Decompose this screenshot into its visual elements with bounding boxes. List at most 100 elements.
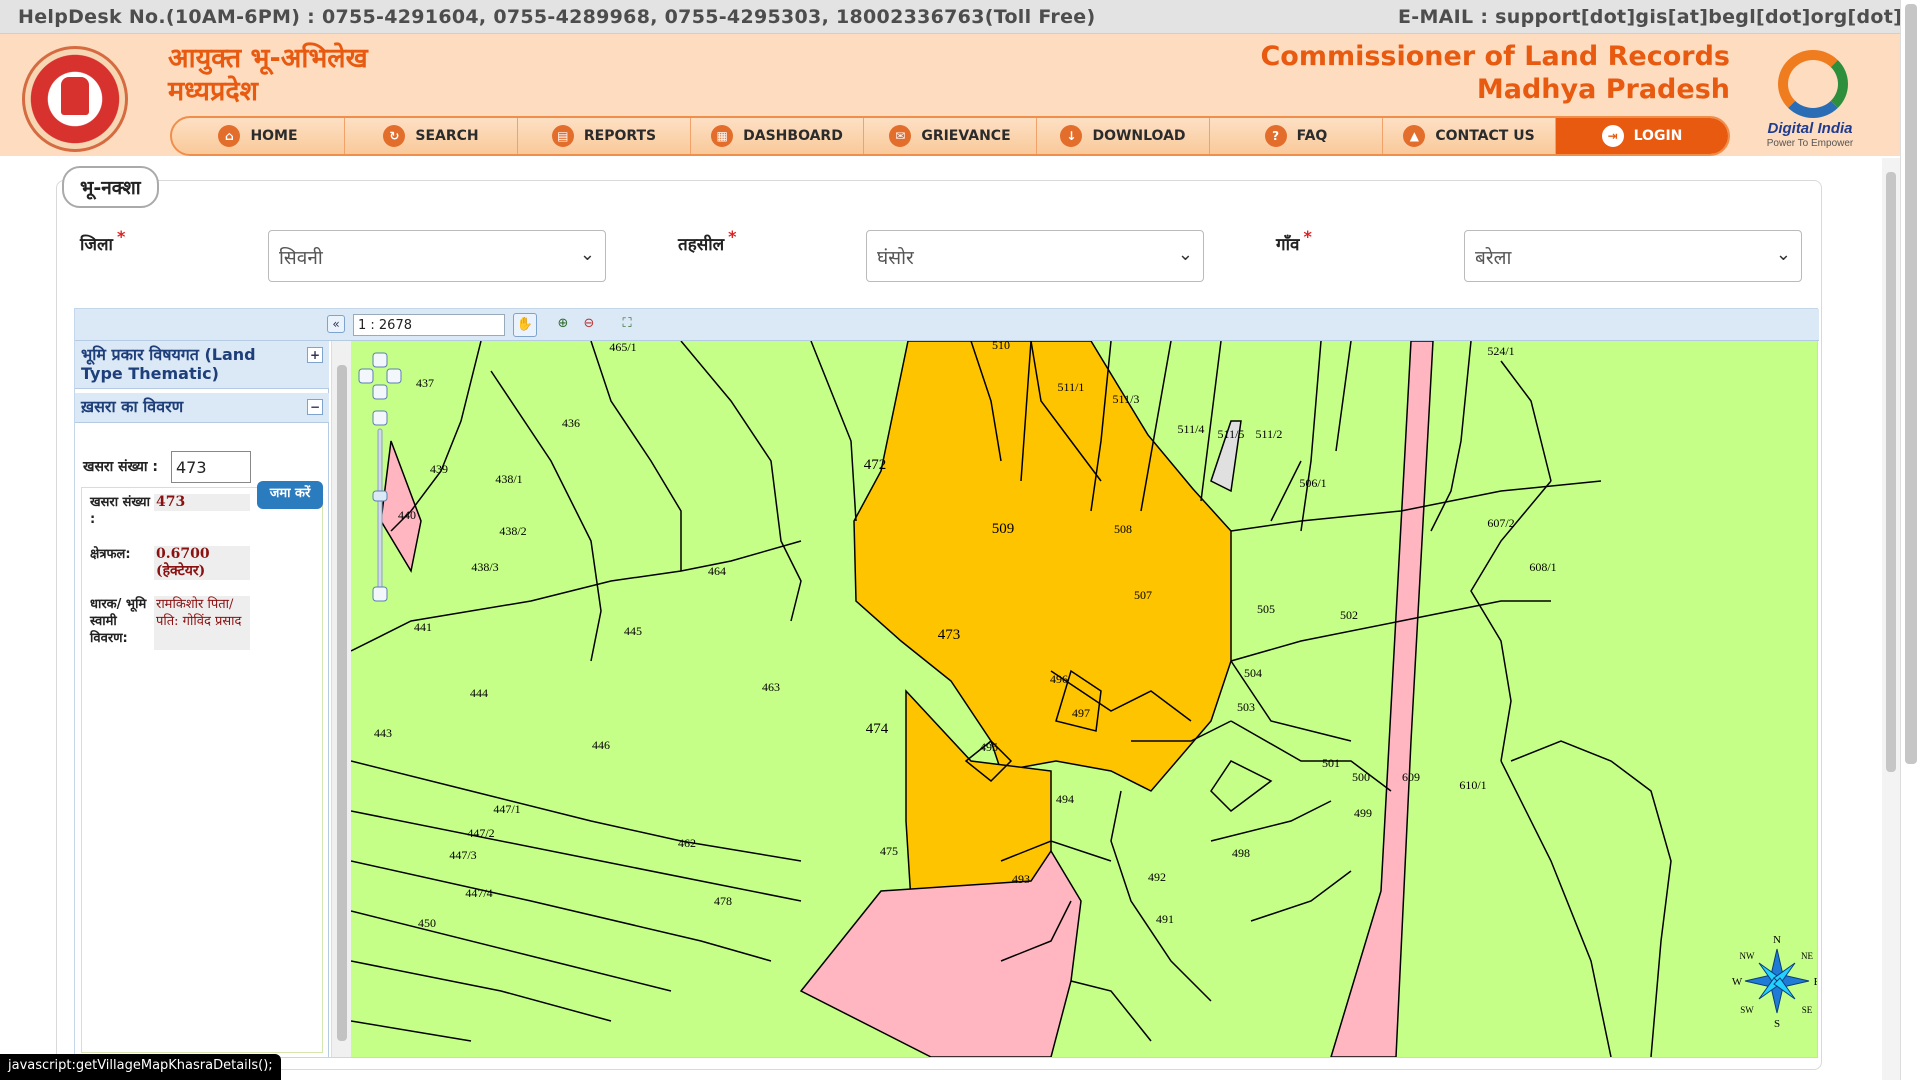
parcel-label-441[interactable]: 441 — [414, 620, 432, 634]
parcel-label-511-4[interactable]: 511/4 — [1178, 422, 1205, 436]
window-scrollbar[interactable] — [1900, 0, 1920, 1080]
full-extent-icon[interactable]: ⛶ — [615, 313, 639, 337]
village-select[interactable]: बरेला ⌄ — [1464, 230, 1802, 282]
parcel-label-494[interactable]: 494 — [1056, 792, 1074, 806]
mp-emblem-logo[interactable] — [22, 46, 128, 152]
scale-input[interactable] — [353, 314, 505, 336]
parcel-label-499[interactable]: 499 — [1354, 806, 1372, 820]
digital-india-logo[interactable]: Digital India Power To Empower — [1750, 46, 1870, 150]
expand-icon[interactable]: + — [307, 347, 323, 363]
parcel-label-443[interactable]: 443 — [374, 726, 392, 740]
parcel-label-478[interactable]: 478 — [714, 894, 732, 908]
parcel-label-438-1[interactable]: 438/1 — [495, 472, 522, 486]
content-scrollbar[interactable] — [1882, 158, 1900, 1080]
parcel-label-447-4[interactable]: 447/4 — [465, 886, 492, 900]
collapse-icon[interactable]: − — [307, 399, 323, 415]
parcel-label-462[interactable]: 462 — [678, 836, 696, 850]
parcel-label-492[interactable]: 492 — [1148, 870, 1166, 884]
panel-scrollbar[interactable] — [331, 341, 351, 1057]
nav-login[interactable]: ⇥ LOGIN — [1556, 118, 1728, 154]
parcel-label-608-1[interactable]: 608/1 — [1529, 560, 1556, 574]
chevron-down-icon: ⌄ — [579, 244, 595, 265]
submit-button[interactable]: जमा करें — [257, 481, 323, 509]
parcel-label-509[interactable]: 509 — [992, 521, 1015, 537]
pan-down-icon[interactable] — [372, 384, 388, 400]
pan-right-icon[interactable] — [386, 368, 402, 384]
parcel-label-437[interactable]: 437 — [416, 376, 434, 390]
parcel-label-507[interactable]: 507 — [1134, 588, 1152, 602]
zoom-slider-plus-icon[interactable] — [372, 410, 388, 426]
compass-sw: SW — [1740, 1005, 1754, 1015]
parcel-label-607-2[interactable]: 607/2 — [1487, 516, 1514, 530]
nav-search[interactable]: ↻ SEARCH — [345, 118, 518, 154]
parcel-label-493[interactable]: 493 — [1012, 872, 1030, 886]
parcel-label-511-3[interactable]: 511/3 — [1113, 392, 1140, 406]
tehsil-select[interactable]: घंसोर ⌄ — [866, 230, 1204, 282]
parcel-label-444[interactable]: 444 — [470, 686, 488, 700]
parcel-label-447-1[interactable]: 447/1 — [493, 802, 520, 816]
parcel-map-svg[interactable]: 465/1 510 511/1 511/3 511/4 511/5 511/2 524/1 43… — [351, 341, 1817, 1057]
parcel-label-474[interactable]: 474 — [866, 721, 889, 737]
khasra-number-input[interactable] — [171, 451, 251, 483]
parcel-label-511-2[interactable]: 511/2 — [1256, 427, 1283, 441]
nav-dashboard[interactable]: ▦ DASHBOARD — [691, 118, 864, 154]
parcel-label-508[interactable]: 508 — [1114, 522, 1132, 536]
compass-nw: NW — [1740, 951, 1755, 961]
parcel-label-498[interactable]: 498 — [1232, 846, 1250, 860]
detail-area-value: 0.6700 (हेक्टेयर) — [154, 546, 250, 580]
parcel-label-447-2[interactable]: 447/2 — [467, 826, 494, 840]
district-select[interactable]: सिवनी ⌄ — [268, 230, 606, 282]
parcel-label-436[interactable]: 436 — [562, 416, 580, 430]
parcel-label-504[interactable]: 504 — [1244, 666, 1262, 680]
nav-grievance[interactable]: ✉ GRIEVANCE — [864, 118, 1037, 154]
parcel-label-438-3[interactable]: 438/3 — [471, 560, 498, 574]
khasra-details-header[interactable]: ख़सरा का विवरण − — [75, 393, 329, 423]
zoom-slider-track[interactable] — [377, 428, 383, 590]
nav-home[interactable]: ⌂ HOME — [172, 118, 345, 154]
parcel-label-502[interactable]: 502 — [1340, 608, 1358, 622]
parcel-label-473[interactable]: 473 — [938, 627, 961, 643]
parcel-label-464[interactable]: 464 — [708, 564, 726, 578]
parcel-label-524-1[interactable]: 524/1 — [1487, 344, 1514, 358]
parcel-label-495[interactable]: 495 — [980, 740, 998, 754]
parcel-label-511-5[interactable]: 511/5 — [1218, 427, 1245, 441]
land-type-thematic-header[interactable]: भूमि प्रकार विषयगत (Land Type Thematic) + — [75, 341, 329, 389]
parcel-label-511-1[interactable]: 511/1 — [1058, 380, 1085, 394]
nav-contact[interactable]: ▲ CONTACT US — [1383, 118, 1556, 154]
zoom-slider-handle[interactable] — [372, 490, 388, 502]
parcel-label-500[interactable]: 500 — [1352, 770, 1370, 784]
grievance-icon: ✉ — [889, 125, 912, 147]
parcel-label-491[interactable]: 491 — [1156, 912, 1174, 926]
parcel-label-505[interactable]: 505 — [1257, 602, 1275, 616]
parcel-label-510[interactable]: 510 — [992, 341, 1010, 352]
parcel-label-472[interactable]: 472 — [864, 457, 887, 473]
nav-download[interactable]: ↓ DOWNLOAD — [1037, 118, 1210, 154]
parcel-label-446[interactable]: 446 — [592, 738, 610, 752]
parcel-label-440[interactable]: 440 — [398, 508, 416, 522]
zoom-out-icon[interactable]: ⊖ — [577, 313, 601, 337]
parcel-label-506-1[interactable]: 506/1 — [1299, 476, 1326, 490]
nav-reports[interactable]: ▤ REPORTS — [518, 118, 691, 154]
parcel-label-445[interactable]: 445 — [624, 624, 642, 638]
parcel-label-447-3[interactable]: 447/3 — [449, 848, 476, 862]
pan-up-icon[interactable] — [372, 352, 388, 368]
parcel-label-450[interactable]: 450 — [418, 916, 436, 930]
collapse-panel-button[interactable]: « — [327, 315, 345, 333]
zoom-slider-minus-icon[interactable] — [372, 586, 388, 602]
parcel-label-610-1[interactable]: 610/1 — [1459, 778, 1486, 792]
parcel-label-497[interactable]: 497 — [1072, 706, 1090, 720]
parcel-label-438-2[interactable]: 438/2 — [499, 524, 526, 538]
pan-left-icon[interactable] — [358, 368, 374, 384]
nav-faq[interactable]: ? FAQ — [1210, 118, 1383, 154]
parcel-label-475[interactable]: 475 — [880, 844, 898, 858]
parcel-label-496[interactable]: 496 — [1050, 672, 1068, 686]
parcel-label-609[interactable]: 609 — [1402, 770, 1420, 784]
parcel-label-503[interactable]: 503 — [1237, 700, 1255, 714]
parcel-label-439[interactable]: 439 — [430, 462, 448, 476]
zoom-in-icon[interactable]: ⊕ — [551, 313, 575, 337]
parcel-label-465-1[interactable]: 465/1 — [609, 341, 636, 354]
parcel-label-501[interactable]: 501 — [1322, 756, 1340, 770]
parcel-label-463[interactable]: 463 — [762, 680, 780, 694]
pan-hand-icon[interactable]: ✋ — [513, 313, 537, 337]
cadastral-map[interactable]: 465/1 510 511/1 511/3 511/4 511/5 511/2 524/1 43… — [351, 341, 1817, 1057]
